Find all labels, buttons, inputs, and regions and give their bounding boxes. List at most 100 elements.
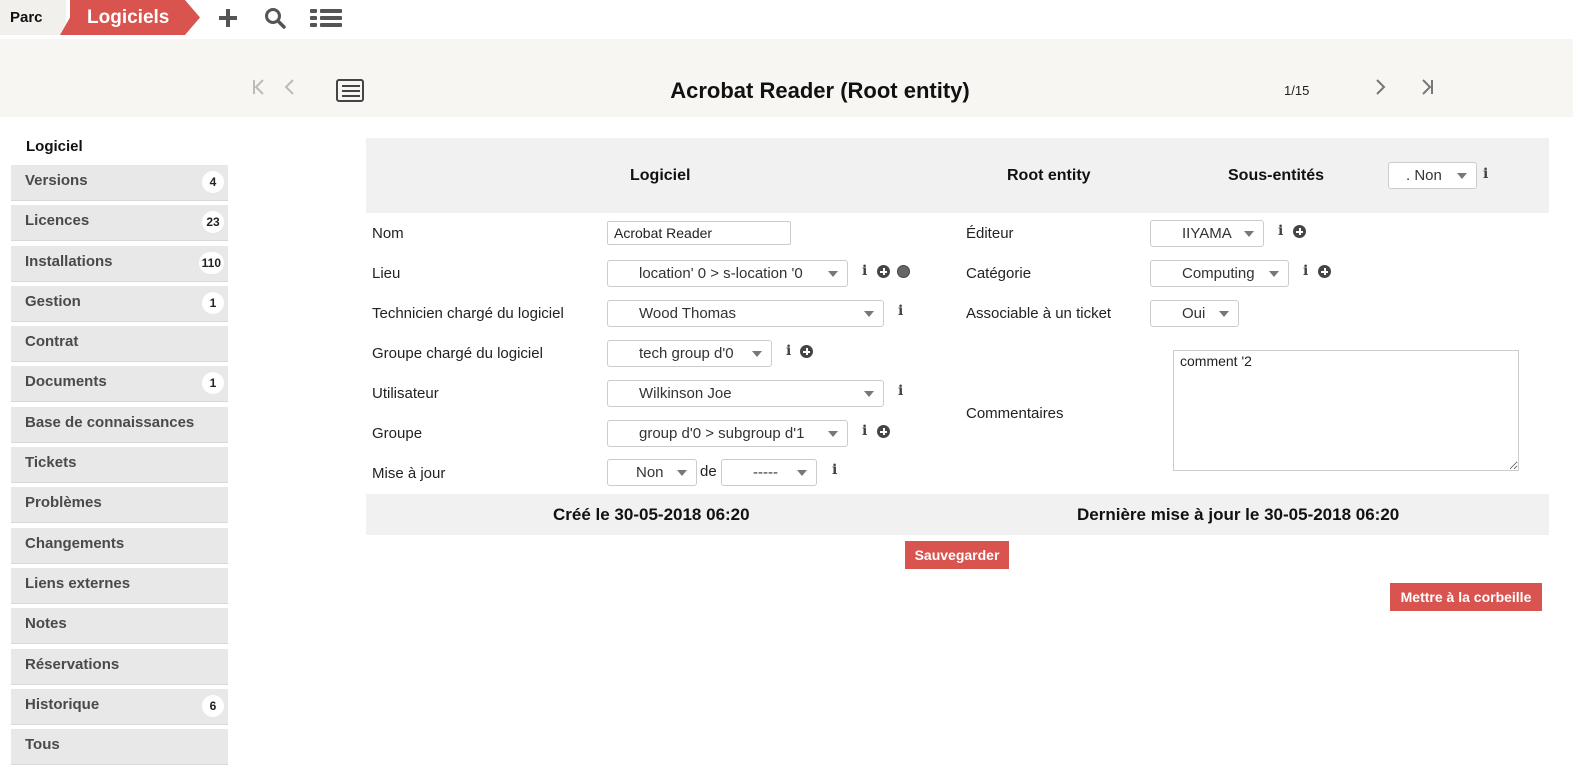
list-icon[interactable] — [310, 5, 342, 31]
info-icon[interactable]: i — [786, 343, 791, 359]
sidebar-item-label: Versions — [25, 172, 88, 189]
count-badge: 110 — [198, 251, 224, 274]
search-icon[interactable] — [262, 5, 288, 31]
add-icon[interactable] — [1293, 225, 1306, 238]
subentities-label: Sous-entités — [1228, 167, 1325, 184]
count-badge: 4 — [202, 171, 224, 193]
user-select[interactable]: Wilkinson Joe — [607, 380, 884, 407]
sidebar-item-contrat[interactable]: Contrat — [11, 326, 228, 363]
sidebar-item-label: Historique — [25, 695, 100, 713]
last-page-icon[interactable] — [1420, 78, 1434, 102]
sidebar-item-tickets[interactable]: Tickets — [11, 447, 228, 484]
sidebar-item-versions[interactable]: Versions 4 — [11, 165, 228, 201]
info-icon[interactable]: i — [1303, 263, 1308, 279]
sidebar-item-label: Installations — [25, 252, 113, 270]
sidebar-item-all[interactable]: Tous — [11, 729, 228, 766]
updated-date: Dernière mise à jour le 30-05-2018 06:20 — [1077, 505, 1400, 524]
sidebar-item-label: Liens externes — [25, 574, 131, 592]
comments-label: Commentaires — [966, 405, 1064, 422]
user-label: Utilisateur — [372, 385, 439, 402]
sidebar-item-gestion[interactable]: Gestion 1 — [11, 285, 228, 322]
name-input[interactable] — [607, 221, 791, 245]
sidebar-item-label: Gestion — [25, 292, 81, 310]
form-footer: Créé le 30-05-2018 06:20 Dernière mise à… — [366, 494, 1549, 535]
add-icon[interactable] — [877, 425, 890, 438]
page-title: Acrobat Reader (Root entity) — [670, 78, 970, 103]
sidebar-item-history[interactable]: Historique 6 — [11, 688, 228, 725]
info-icon[interactable]: i — [898, 303, 903, 319]
sidebar-item-label: Changements — [25, 534, 125, 552]
update-from-select[interactable]: ----- — [721, 459, 817, 486]
sidebar-item-label: Notes — [25, 615, 67, 633]
globe-icon[interactable] — [897, 265, 910, 278]
tech-select[interactable]: Wood Thomas — [607, 300, 884, 327]
entity-name: Root entity — [1007, 167, 1091, 184]
tech-group-label: Groupe chargé du logiciel — [372, 345, 543, 362]
trash-button[interactable]: Mettre à la corbeille — [1390, 583, 1542, 611]
location-select[interactable]: location' 0 > s-location '0 — [607, 260, 848, 287]
previous-page-icon[interactable] — [284, 78, 296, 102]
count-badge: 23 — [202, 211, 224, 234]
breadcrumb-parc[interactable]: Parc — [0, 0, 66, 35]
category-select[interactable]: Computing — [1150, 260, 1289, 287]
sidebar-item-label: Documents — [25, 373, 107, 391]
next-page-icon[interactable] — [1374, 78, 1386, 102]
sidebar-item-label: Tous — [25, 736, 60, 754]
sidebar-item-installations[interactable]: Installations 110 — [11, 245, 228, 282]
editor-select[interactable]: IIYAMA — [1150, 220, 1264, 247]
sidebar-item-knowledge-base[interactable]: Base de connaissances — [11, 406, 228, 443]
sidebar: Logiciel Versions 4 Licences 23 Installati… — [11, 131, 228, 769]
sidebar-heading[interactable]: Logiciel — [11, 131, 228, 165]
ticket-select[interactable]: Oui — [1150, 300, 1239, 327]
add-icon[interactable] — [1318, 265, 1331, 278]
sidebar-item-documents[interactable]: Documents 1 — [11, 366, 228, 403]
sidebar-item-problems[interactable]: Problèmes — [11, 487, 228, 524]
add-icon[interactable] — [800, 345, 813, 358]
tech-label: Technicien chargé du logiciel — [372, 305, 564, 322]
info-icon[interactable]: i — [1483, 166, 1488, 182]
location-label: Lieu — [372, 265, 401, 282]
first-page-icon[interactable] — [252, 78, 266, 102]
name-label: Nom — [372, 225, 404, 242]
sidebar-item-changes[interactable]: Changements — [11, 527, 228, 564]
update-of-label: de — [700, 463, 717, 480]
tech-group-select[interactable]: tech group d'0 — [607, 340, 772, 367]
sidebar-item-label: Réservations — [25, 655, 120, 673]
update-label: Mise à jour — [372, 465, 446, 482]
group-select[interactable]: group d'0 > subgroup d'1 — [607, 420, 848, 447]
add-icon[interactable] — [877, 265, 890, 278]
count-badge: 1 — [202, 372, 224, 395]
sidebar-item-label: Base de connaissances — [25, 413, 195, 431]
info-icon[interactable]: i — [862, 263, 867, 279]
info-icon[interactable]: i — [832, 462, 837, 478]
count-badge: 1 — [202, 291, 224, 314]
info-icon[interactable]: i — [898, 383, 903, 399]
editor-label: Éditeur — [966, 225, 1014, 242]
group-label: Groupe — [372, 425, 423, 442]
update-select[interactable]: Non — [607, 459, 697, 486]
section-title: Logiciel — [630, 167, 691, 184]
plus-icon[interactable] — [215, 5, 241, 31]
category-label: Catégorie — [966, 265, 1032, 282]
sidebar-item-licences[interactable]: Licences 23 — [11, 205, 228, 242]
sidebar-item-notes[interactable]: Notes — [11, 608, 228, 645]
count-badge: 6 — [202, 694, 224, 717]
ticket-label: Associable à un ticket — [966, 305, 1112, 322]
sidebar-item-label: Licences — [25, 212, 90, 230]
form-header: Logiciel Root entity Sous-entités — [366, 138, 1549, 213]
list-view-icon[interactable] — [336, 79, 364, 102]
sidebar-item-label: Problèmes — [25, 494, 102, 512]
breadcrumb-logiciels[interactable]: Logiciels — [60, 0, 200, 35]
comments-textarea[interactable]: comment '2 — [1173, 350, 1519, 471]
top-bar: Parc Logiciels — [0, 0, 1573, 39]
pager-count: 1/15 — [1284, 83, 1310, 98]
subentities-select[interactable]: . Non — [1388, 162, 1477, 189]
sidebar-item-label: Tickets — [25, 454, 77, 472]
info-icon[interactable]: i — [1278, 223, 1283, 239]
sidebar-item-label: Contrat — [25, 333, 79, 351]
info-icon[interactable]: i — [862, 423, 867, 439]
sidebar-item-reservations[interactable]: Réservations — [11, 648, 228, 685]
save-button[interactable]: Sauvegarder — [905, 541, 1009, 569]
created-date: Créé le 30-05-2018 06:20 — [553, 505, 750, 524]
sidebar-item-external-links[interactable]: Liens externes — [11, 567, 228, 604]
